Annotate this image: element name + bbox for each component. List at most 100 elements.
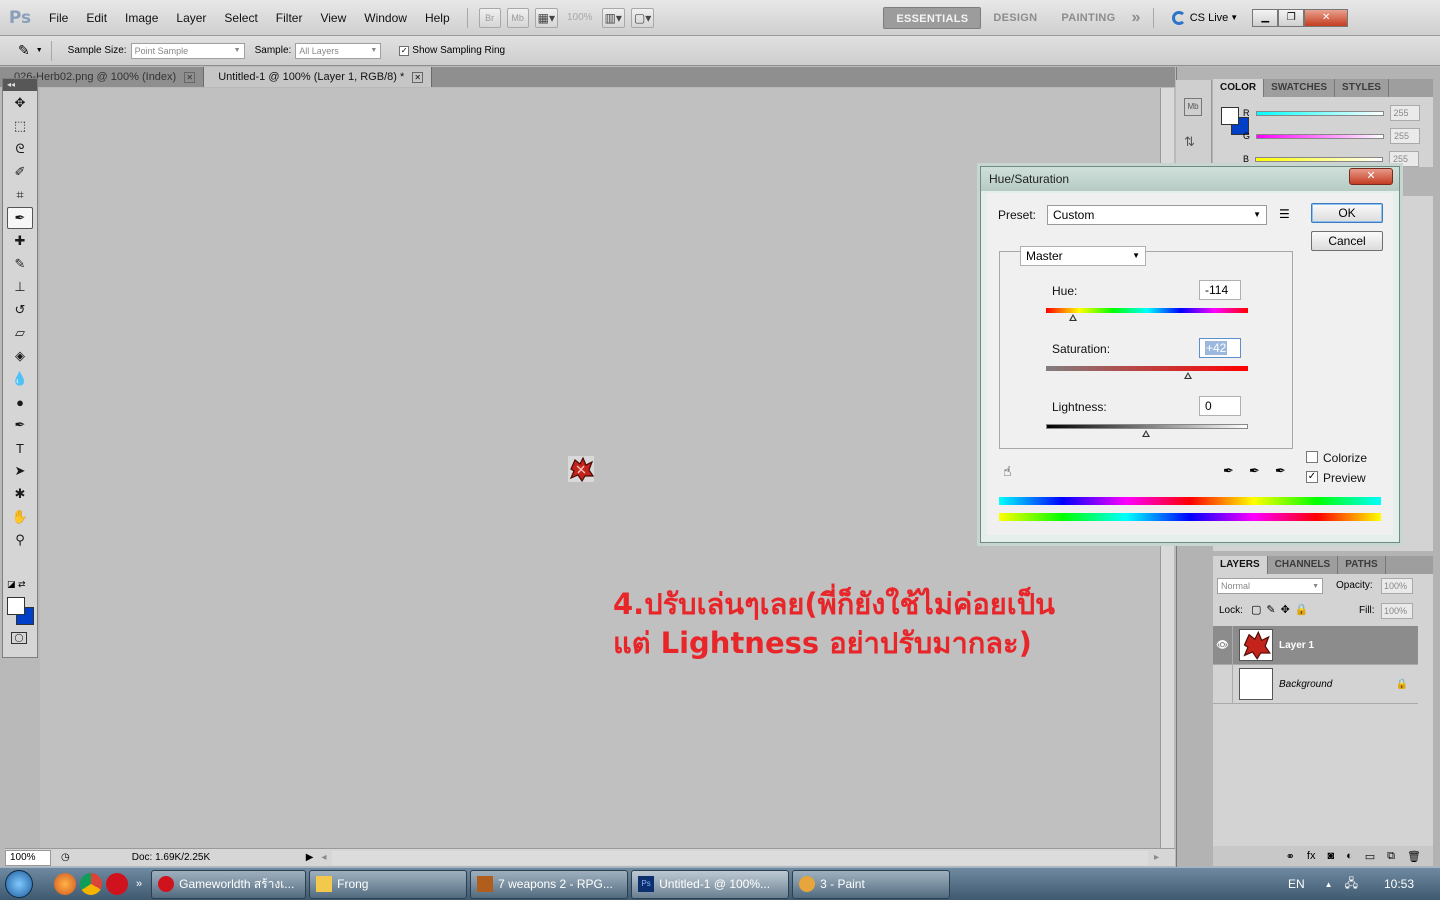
new-layer-icon[interactable]: ⧉ <box>1387 850 1395 863</box>
restore-button[interactable]: ❐ <box>1278 8 1305 27</box>
channel-select[interactable]: Master ▼ <box>1020 246 1146 266</box>
green-value-input[interactable]: 255 <box>1390 128 1421 144</box>
default-colors-icon[interactable]: ◪ ⇄ <box>7 579 26 590</box>
sample-select[interactable]: All Layers ▼ <box>295 42 382 59</box>
quick-selection-tool-icon[interactable]: ✐ <box>7 161 33 183</box>
cancel-button[interactable]: Cancel <box>1311 231 1383 251</box>
menu-image[interactable]: Image <box>116 11 167 25</box>
task-paint[interactable]: 3 - Paint <box>792 869 951 899</box>
pen-tool-icon[interactable]: ✒ <box>7 414 33 436</box>
menu-layer[interactable]: Layer <box>167 11 215 25</box>
hand-adjust-icon[interactable]: ☝ <box>1003 463 1012 480</box>
quick-launch-more-icon[interactable]: » <box>136 878 142 890</box>
doc-tab-untitled[interactable]: Untitled-1 @ 100% (Layer 1, RGB/8) * ✕ <box>204 67 433 87</box>
layer-style-icon[interactable]: fx <box>1307 850 1316 862</box>
link-layers-icon[interactable]: ⚭ <box>1286 850 1295 863</box>
blue-gradient[interactable] <box>1255 156 1384 162</box>
lasso-tool-icon[interactable]: ᘓ <box>7 138 33 160</box>
eyedropper-tool-icon[interactable]: ✒ <box>7 207 33 229</box>
path-selection-tool-icon[interactable]: ➤ <box>7 460 33 482</box>
horizontal-scrollbar[interactable] <box>332 850 1148 865</box>
quick-mask-icon[interactable]: ◯ <box>11 632 27 644</box>
dodge-tool-icon[interactable]: ● <box>7 391 33 413</box>
task-photoshop[interactable]: Ps Untitled-1 @ 100%... <box>631 869 790 899</box>
hue-slider-track[interactable] <box>1046 308 1248 313</box>
marquee-tool-icon[interactable]: ⬚ <box>7 115 33 137</box>
scroll-right-icon[interactable]: ▸ <box>1154 852 1159 863</box>
scroll-left-icon[interactable]: ◂ <box>321 852 326 863</box>
healing-brush-tool-icon[interactable]: ✚ <box>7 230 33 252</box>
visibility-toggle[interactable] <box>1213 664 1233 704</box>
show-sampling-ring-checkbox[interactable]: ✓ <box>399 45 410 56</box>
dialog-close-button[interactable]: ✕ <box>1349 168 1393 185</box>
trash-icon[interactable]: 🗑 <box>1407 850 1421 863</box>
zoom-tool-icon[interactable]: ⚲ <box>7 529 33 551</box>
workspace-more-button[interactable]: » <box>1128 9 1145 27</box>
menu-filter[interactable]: Filter <box>267 11 312 25</box>
menu-edit[interactable]: Edit <box>77 11 116 25</box>
red-value-input[interactable]: 255 <box>1389 105 1420 121</box>
close-button[interactable]: ✕ <box>1304 8 1349 27</box>
network-icon[interactable]: 🖧 <box>1345 874 1358 895</box>
hand-tool-icon[interactable]: ✋ <box>7 506 33 528</box>
blend-mode-select[interactable]: Normal ▼ <box>1217 578 1323 594</box>
menu-select[interactable]: Select <box>215 11 266 25</box>
tab-channels[interactable]: CHANNELS <box>1268 556 1339 574</box>
status-menu-arrow-icon[interactable]: ▶ <box>306 852 314 863</box>
eyedropper-plus-icon[interactable]: ✒ <box>1249 463 1260 479</box>
zoom-level-select[interactable]: 100% <box>567 12 593 23</box>
dialog-title-bar[interactable]: Hue/Saturation <box>981 167 1399 191</box>
preset-options-icon[interactable]: ☰ <box>1279 207 1290 221</box>
language-indicator[interactable]: EN <box>1288 877 1305 891</box>
status-zoom-input[interactable]: 100% <box>5 849 51 866</box>
layer-row-background[interactable]: Background 🔒 <box>1213 664 1418 704</box>
screen-mode-button[interactable]: ▢▾ <box>630 7 655 28</box>
eyedropper-icon[interactable]: ✒ <box>1223 463 1234 479</box>
tab-color[interactable]: COLOR <box>1213 79 1265 97</box>
opacity-input[interactable]: 100% <box>1381 578 1413 594</box>
green-gradient[interactable] <box>1256 133 1385 139</box>
foreground-color-swatch[interactable] <box>7 597 25 615</box>
new-group-icon[interactable]: ▭ <box>1365 850 1375 863</box>
preset-select[interactable]: Custom ▼ <box>1047 205 1267 225</box>
menu-help[interactable]: Help <box>416 11 459 25</box>
tab-paths[interactable]: PATHS <box>1338 556 1386 574</box>
bridge-button[interactable]: Br <box>478 7 501 28</box>
clone-stamp-tool-icon[interactable]: ⊥ <box>7 276 33 298</box>
brush-tool-icon[interactable]: ✎ <box>7 253 33 275</box>
lightness-input[interactable]: 0 <box>1199 396 1241 416</box>
paint-bucket-tool-icon[interactable]: ◈ <box>7 345 33 367</box>
red-gradient[interactable] <box>1255 110 1384 116</box>
history-brush-tool-icon[interactable]: ↺ <box>7 299 33 321</box>
menu-window[interactable]: Window <box>355 11 416 25</box>
lightness-slider-thumb[interactable] <box>1142 430 1150 437</box>
green-slider[interactable]: G 255 <box>1243 128 1421 144</box>
workspace-design[interactable]: DESIGN <box>981 12 1049 24</box>
mini-bridge-panel-icon[interactable]: Mb <box>1184 98 1202 116</box>
lock-icons[interactable]: ▢✎✥🔒 <box>1251 603 1314 616</box>
clock[interactable]: 10:53 <box>1384 877 1414 891</box>
close-tab-icon[interactable]: ✕ <box>412 71 424 83</box>
close-tab-icon[interactable]: ✕ <box>184 71 196 83</box>
view-extras-button[interactable]: ▦▾ <box>534 7 558 28</box>
firefox-icon[interactable] <box>54 873 76 895</box>
history-panel-icon[interactable]: ⇅ <box>1184 134 1202 152</box>
custom-shape-tool-icon[interactable]: ✱ <box>7 483 33 505</box>
sample-size-select[interactable]: Point Sample ▼ <box>130 42 245 59</box>
cs-live-button[interactable]: CS Live ▼ <box>1171 10 1238 25</box>
layer-row-layer1[interactable]: 👁 Layer 1 <box>1213 625 1418 665</box>
tab-styles[interactable]: STYLES <box>1335 79 1389 97</box>
red-slider[interactable]: R 255 <box>1243 105 1420 121</box>
saturation-input[interactable]: +42 <box>1199 338 1241 358</box>
saturation-slider-thumb[interactable] <box>1184 372 1192 379</box>
tab-swatches[interactable]: SWATCHES <box>1264 79 1336 97</box>
arrange-documents-button[interactable]: ▥▾ <box>601 7 625 28</box>
lightness-slider-track[interactable] <box>1046 424 1248 429</box>
chrome-icon[interactable] <box>80 873 102 895</box>
fill-input[interactable]: 100% <box>1381 603 1413 619</box>
eyedropper-preset-icon[interactable]: ✎ <box>18 42 30 59</box>
minimize-button[interactable]: ▁ <box>1252 8 1279 27</box>
move-tool-icon[interactable]: ✥ <box>7 92 33 114</box>
tools-panel-header[interactable]: ◂◂ <box>3 79 37 91</box>
tab-layers[interactable]: LAYERS <box>1213 556 1268 574</box>
